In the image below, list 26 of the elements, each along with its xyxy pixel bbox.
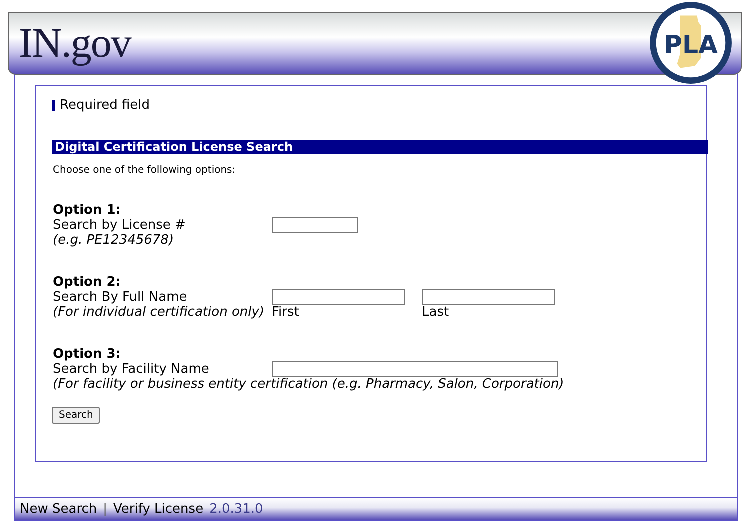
section-heading: Digital Certification License Search <box>52 140 708 154</box>
option-label: Search by Facility Name <box>53 362 210 377</box>
version-text: 2.0.31.0 <box>210 502 264 516</box>
footer-link[interactable]: Verify License <box>114 502 204 516</box>
site-logo[interactable]: IN.gov <box>19 20 131 68</box>
option-title: Option 1: <box>53 203 122 218</box>
field-caption: First <box>272 305 300 320</box>
option-title: Option 2: <box>53 275 122 290</box>
option-hint: (For individual certification only) <box>53 305 266 320</box>
option-label: Search by License # <box>53 218 187 233</box>
separator: | <box>103 502 108 516</box>
agency-seal-logo: PLA <box>649 1 733 85</box>
option-title: Option 3: <box>53 347 122 362</box>
option-label: Search By Full Name <box>53 290 188 305</box>
field-caption: Last <box>422 305 450 320</box>
instructions-text: Choose one of the following options: <box>53 165 237 176</box>
search-button[interactable]: Search <box>52 407 100 424</box>
input-field[interactable] <box>422 289 555 305</box>
option-hint: (For facility or business entity certification (e.g. Pharmacy, Salon, Corporation) <box>53 377 566 392</box>
input-field[interactable] <box>272 289 405 305</box>
footer-link[interactable]: New Search <box>20 502 98 516</box>
input-field[interactable] <box>272 361 558 377</box>
option-hint: (e.g. PE12345678) <box>53 233 176 248</box>
input-field[interactable] <box>272 217 358 233</box>
required-marker <box>52 100 55 111</box>
required-note: Required field <box>60 98 150 113</box>
